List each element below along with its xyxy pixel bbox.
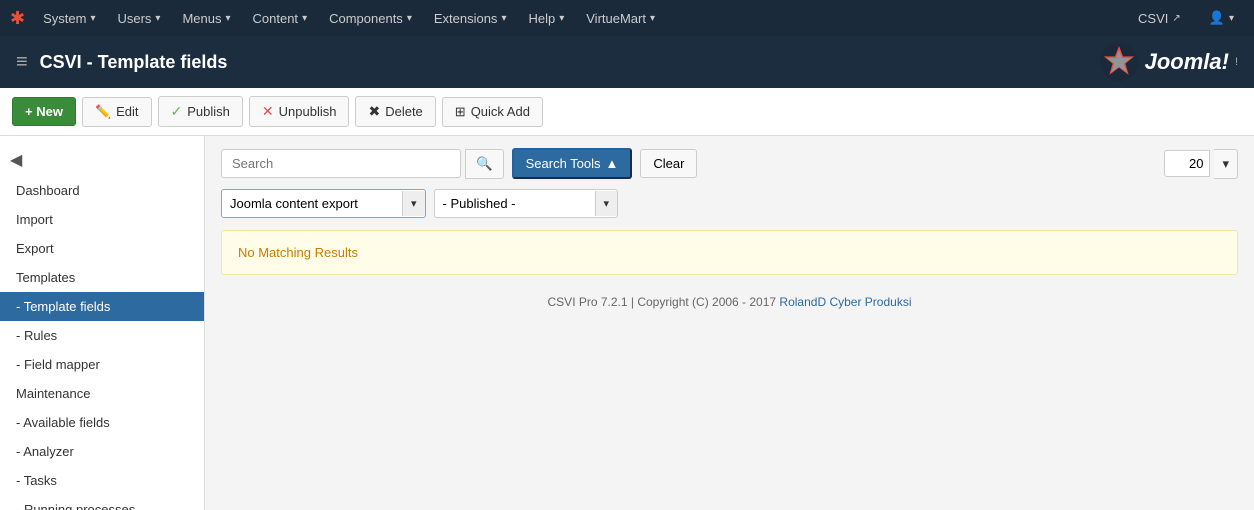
template-select[interactable]: Joomla content export <box>222 190 402 217</box>
joomla-icon-nav: ✱ <box>10 8 25 29</box>
x-circle-icon: ✕ <box>262 103 274 120</box>
chevron-down-icon: ▾ <box>650 13 655 24</box>
nav-extensions[interactable]: Extensions ▾ <box>424 7 517 30</box>
search-input[interactable] <box>221 149 461 178</box>
new-button[interactable]: + New <box>12 97 76 126</box>
page-title: CSVI - Template fields <box>40 52 228 73</box>
chevron-down-icon: ▾ <box>90 13 95 24</box>
sidebar-item-running-processes[interactable]: - Running processes <box>0 495 204 510</box>
chevron-down-icon: ▾ <box>1229 13 1234 24</box>
footer-link[interactable]: RolandD Cyber Produksi <box>779 295 911 309</box>
sidebar-item-template-fields[interactable]: - Template fields <box>0 292 204 321</box>
published-filter[interactable]: - Published - Published Unpublished ▾ <box>434 189 619 218</box>
x-icon: ✖ <box>368 103 380 120</box>
nav-virtuemart[interactable]: VirtueMart ▾ <box>576 7 665 30</box>
check-icon: ✓ <box>171 103 183 120</box>
search-submit-button[interactable]: 🔍 <box>465 149 504 179</box>
filter-row: Joomla content export ▾ - Published - Pu… <box>221 189 1238 218</box>
nav-components[interactable]: Components ▾ <box>319 7 422 30</box>
sidebar-item-export[interactable]: Export <box>0 234 204 263</box>
external-link-icon: ↗ <box>1172 13 1180 24</box>
unpublish-button[interactable]: ✕ Unpublish <box>249 96 350 127</box>
sidebar-item-field-mapper[interactable]: - Field mapper <box>0 350 204 379</box>
nav-help[interactable]: Help ▾ <box>518 7 574 30</box>
quick-add-button[interactable]: ⊞ Quick Add <box>442 97 543 127</box>
nav-items: ✱ System ▾ Users ▾ Menus ▾ Content ▾ Com… <box>10 7 1122 30</box>
toolbar: + New ✏️ Edit ✓ Publish ✕ Unpublish ✖ De… <box>0 88 1254 136</box>
sidebar: ◀ Dashboard Import Export Templates - Te… <box>0 136 205 510</box>
sidebar-toggle[interactable]: ◀ <box>0 144 204 176</box>
nav-users[interactable]: Users ▾ <box>107 7 170 30</box>
hamburger-menu[interactable]: ≡ <box>16 51 28 74</box>
top-navbar: ✱ System ▾ Users ▾ Menus ▾ Content ▾ Com… <box>0 0 1254 36</box>
published-select[interactable]: - Published - Published Unpublished <box>435 190 595 217</box>
edit-icon: ✏️ <box>95 104 111 120</box>
sidebar-item-import[interactable]: Import <box>0 205 204 234</box>
search-row: 🔍 Search Tools ▲ Clear 20 ▾ <box>221 148 1238 179</box>
chevron-down-icon: ▾ <box>302 13 307 24</box>
search-icon: 🔍 <box>476 156 493 171</box>
chevron-up-icon: ▲ <box>606 156 619 171</box>
nav-content[interactable]: Content ▾ <box>243 7 318 30</box>
search-tools-button[interactable]: Search Tools ▲ <box>512 148 633 179</box>
chevron-down-icon: ▾ <box>1222 156 1229 171</box>
no-results-message: No Matching Results <box>221 230 1238 275</box>
sidebar-item-available-fields[interactable]: - Available fields <box>0 408 204 437</box>
published-select-arrow[interactable]: ▾ <box>595 191 618 216</box>
per-page-control: 20 ▾ <box>1164 149 1238 179</box>
csvi-link[interactable]: CSVI ↗ <box>1128 7 1191 30</box>
sidebar-item-tasks[interactable]: - Tasks <box>0 466 204 495</box>
header-bar: ≡ CSVI - Template fields Joomla! ! <box>0 36 1254 88</box>
sidebar-item-analyzer[interactable]: - Analyzer <box>0 437 204 466</box>
chevron-down-icon: ▾ <box>407 13 412 24</box>
title-area: ≡ CSVI - Template fields <box>16 51 227 74</box>
trademark-icon: ! <box>1235 56 1238 68</box>
user-menu[interactable]: 👤 ▾ <box>1199 6 1244 30</box>
nav-right: CSVI ↗ 👤 ▾ <box>1128 6 1244 30</box>
nav-menus[interactable]: Menus ▾ <box>172 7 240 30</box>
per-page-dropdown[interactable]: ▾ <box>1214 149 1238 179</box>
sidebar-item-dashboard[interactable]: Dashboard <box>0 176 204 205</box>
template-select-arrow[interactable]: ▾ <box>402 191 425 216</box>
sidebar-item-maintenance[interactable]: Maintenance <box>0 379 204 408</box>
chevron-down-icon: ▾ <box>559 13 564 24</box>
per-page-input[interactable]: 20 <box>1164 150 1210 177</box>
nav-system[interactable]: System ▾ <box>33 7 105 30</box>
content-footer: CSVI Pro 7.2.1 | Copyright (C) 2006 - 20… <box>221 295 1238 309</box>
chevron-down-icon: ▾ <box>155 13 160 24</box>
publish-button[interactable]: ✓ Publish <box>158 96 243 127</box>
clear-button[interactable]: Clear <box>640 149 697 178</box>
content-area: 🔍 Search Tools ▲ Clear 20 ▾ Joomla conte… <box>205 136 1254 510</box>
chevron-down-icon: ▾ <box>225 13 230 24</box>
sidebar-item-templates[interactable]: Templates <box>0 263 204 292</box>
edit-button[interactable]: ✏️ Edit <box>82 97 152 127</box>
grid-icon: ⊞ <box>455 104 466 120</box>
joomla-icon <box>1099 42 1139 82</box>
chevron-down-icon: ▾ <box>501 13 506 24</box>
template-filter[interactable]: Joomla content export ▾ <box>221 189 426 218</box>
joomla-logo-text: Joomla! <box>1145 49 1229 75</box>
user-icon: 👤 <box>1209 10 1225 26</box>
delete-button[interactable]: ✖ Delete <box>355 96 435 127</box>
main-container: ◀ Dashboard Import Export Templates - Te… <box>0 136 1254 510</box>
sidebar-item-rules[interactable]: - Rules <box>0 321 204 350</box>
joomla-logo: Joomla! ! <box>1099 42 1238 82</box>
